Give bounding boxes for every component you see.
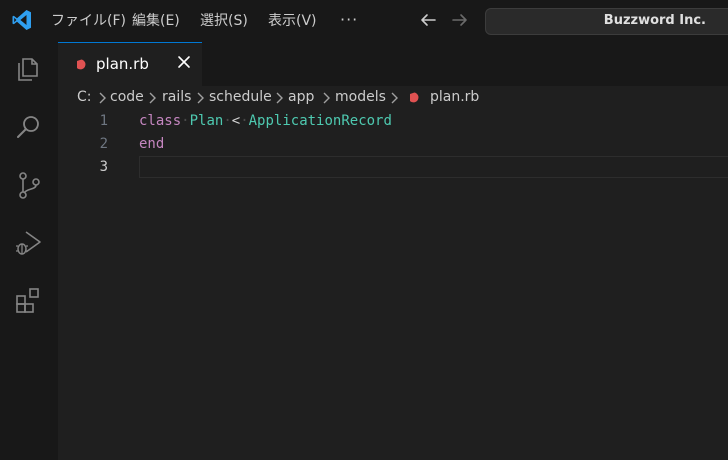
run-debug-icon[interactable] [13, 227, 45, 259]
chevron-right-icon [391, 92, 398, 104]
class-name-token: Plan [189, 113, 224, 129]
ruby-file-icon [410, 92, 419, 103]
code-editor[interactable]: 1 class·Plan·<·ApplicationRecord 2 end 3 [58, 110, 728, 460]
close-icon[interactable] [177, 55, 191, 69]
tab-plan-rb[interactable]: plan.rb [58, 42, 202, 86]
line-number: 1 [99, 113, 108, 129]
tab-label: plan.rb [96, 55, 149, 73]
breadcrumb-item-file[interactable]: plan.rb [430, 89, 479, 105]
command-center-search[interactable]: Buzzword Inc. [485, 8, 728, 35]
code-line: 3 [58, 156, 728, 179]
line-number: 2 [99, 136, 108, 152]
forward-arrow-icon[interactable] [450, 10, 470, 30]
parent-class-token: ApplicationRecord [248, 113, 392, 129]
chevron-right-icon [276, 92, 283, 104]
keyword-token: class [139, 113, 182, 129]
chevron-right-icon [149, 92, 156, 104]
ruby-file-icon [77, 59, 86, 70]
vscode-logo-icon [12, 10, 31, 30]
breadcrumb-item-code[interactable]: code [110, 89, 144, 105]
menu-more-button[interactable]: ··· [340, 0, 358, 42]
activity-bar [0, 42, 58, 460]
breadcrumb-item-app[interactable]: app [288, 89, 314, 105]
source-control-icon[interactable] [13, 169, 45, 201]
code-text: end [139, 136, 165, 152]
breadcrumb-item-schedule[interactable]: schedule [209, 89, 272, 105]
chevron-right-icon [197, 92, 204, 104]
breadcrumb: C: code rails schedule app models plan.r… [58, 86, 728, 110]
breadcrumb-item-drive[interactable]: C: [77, 89, 92, 105]
back-arrow-icon[interactable] [418, 10, 438, 30]
code-line: 2 end [58, 133, 728, 156]
operator-token: < [231, 113, 241, 129]
line-number: 3 [99, 159, 108, 175]
search-text: Buzzword Inc. [603, 13, 706, 28]
menu-file[interactable]: ファイル(F) [51, 0, 126, 42]
title-bar: ファイル(F) 編集(E) 選択(S) 表示(V) ··· Buzzword I… [0, 0, 728, 42]
menu-view[interactable]: 表示(V) [268, 0, 317, 42]
extensions-icon[interactable] [13, 285, 45, 317]
search-icon[interactable] [13, 111, 45, 143]
chevron-right-icon [323, 92, 330, 104]
code-text: class·Plan·<·ApplicationRecord [139, 113, 392, 129]
menu-edit[interactable]: 編集(E) [132, 0, 180, 42]
code-line: 1 class·Plan·<·ApplicationRecord [58, 110, 728, 133]
chevron-right-icon [99, 92, 106, 104]
breadcrumb-item-rails[interactable]: rails [162, 89, 191, 105]
menu-selection[interactable]: 選択(S) [200, 0, 248, 42]
files-icon[interactable] [13, 52, 45, 84]
editor-tab-strip: plan.rb [58, 42, 728, 86]
breadcrumb-item-models[interactable]: models [335, 89, 386, 105]
